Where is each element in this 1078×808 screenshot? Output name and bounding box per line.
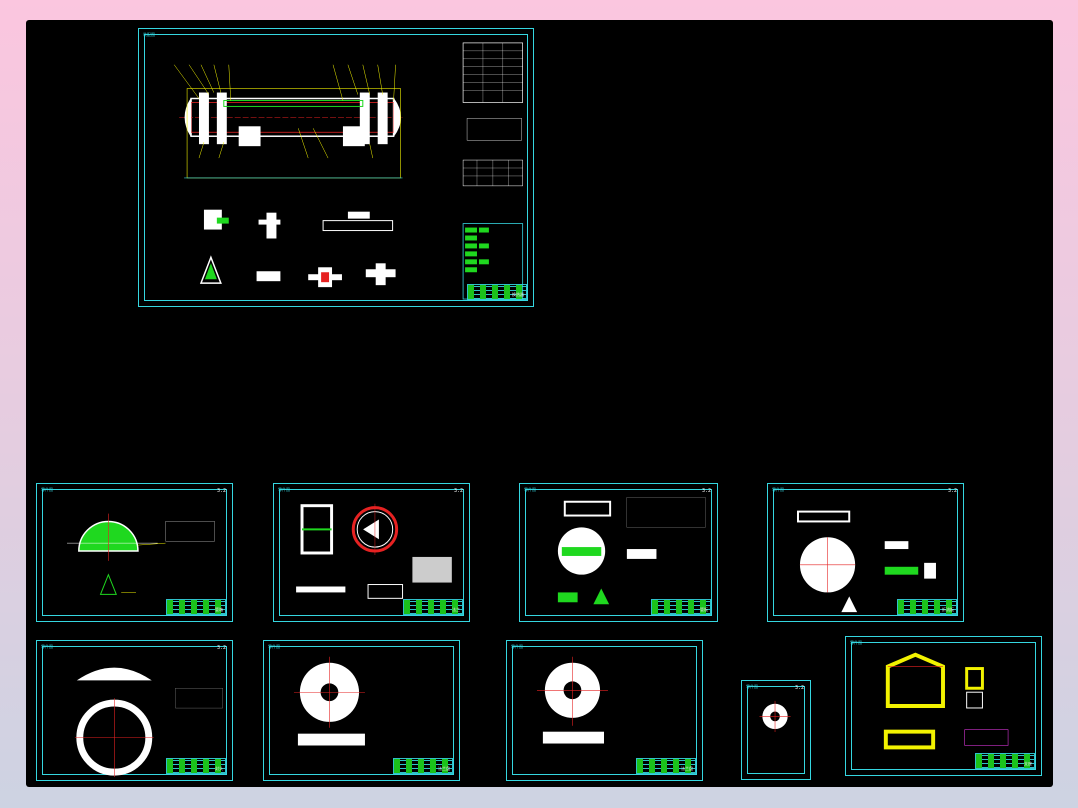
- part-sheet-support[interactable]: 零件图 支座: [845, 636, 1042, 776]
- title-block: 折流板: [897, 599, 957, 615]
- part-sheet-tube-box[interactable]: 零件图 3.2 管箱: [36, 483, 233, 622]
- part-sheet-flange-disc-1[interactable]: 零件图 法兰盘: [263, 640, 460, 781]
- title-block: 法兰: [403, 599, 463, 615]
- part-sheet-baffle[interactable]: 零件图 3.2 折流板: [767, 483, 964, 622]
- part-sheet-tube-sheet[interactable]: 零件图 3.2 管板: [519, 483, 718, 622]
- title-block: 法兰盘: [393, 758, 453, 774]
- part-sheet-flange-disc-2[interactable]: 零件图 法兰盘: [506, 640, 703, 781]
- cad-drawing-canvas[interactable]: 装配图 换热器 零件图 3.2 管箱 零件图 3.2 法兰 零件图 3.2 管板…: [26, 20, 1053, 787]
- title-block: 管箱: [166, 599, 226, 615]
- assembly-drawing: [173, 42, 524, 300]
- part-sheet-head[interactable]: 零件图 3.2 封头: [36, 640, 233, 781]
- part-drawing: [759, 700, 791, 732]
- title-block: 支座: [975, 753, 1035, 769]
- part-sheet-flange[interactable]: 零件图 3.2 法兰: [273, 483, 470, 622]
- title-block: 换热器: [467, 284, 527, 300]
- title-block: 封头: [166, 758, 226, 774]
- title-block: 管板: [651, 599, 711, 615]
- part-sheet-gasket[interactable]: 零件图 3.2: [741, 680, 811, 780]
- assembly-drawing-sheet[interactable]: 装配图 换热器: [138, 28, 534, 307]
- title-block: 法兰盘: [636, 758, 696, 774]
